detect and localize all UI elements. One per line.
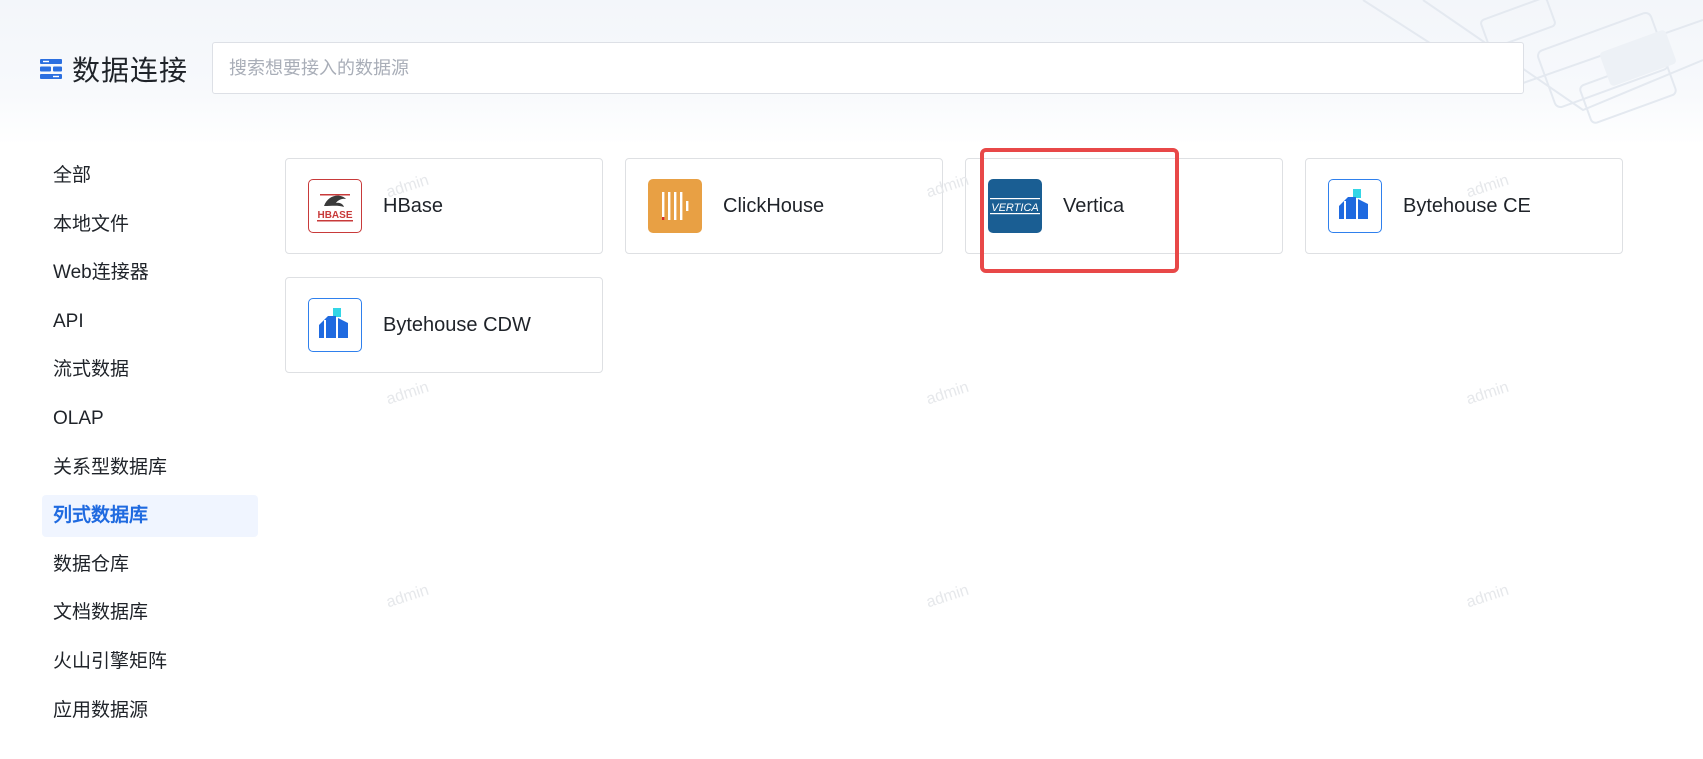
svg-text:HBASE: HBASE — [317, 210, 352, 221]
data-connection-logo-icon — [40, 59, 62, 79]
search-input[interactable] — [212, 42, 1524, 94]
source-card-label: Bytehouse CDW — [383, 313, 531, 336]
source-card-clickhouse[interactable]: ClickHouse — [625, 158, 943, 254]
sidebar-item-columnar-db[interactable]: 列式数据库 — [42, 495, 258, 538]
sidebar-item-app-data-source[interactable]: 应用数据源 — [42, 690, 258, 732]
watermark: admin — [924, 581, 971, 612]
bytehouse-logo-icon — [1328, 179, 1382, 233]
source-card-vertica[interactable]: VERTICA Vertica — [965, 158, 1283, 254]
source-card-label: HBase — [383, 194, 444, 217]
category-sidebar: 全部 本地文件 Web连接器 API 流式数据 OLAP 关系型数据库 列式数据… — [42, 155, 258, 738]
sidebar-item-local-file[interactable]: 本地文件 — [42, 204, 258, 246]
source-card-bytehouse-cdw[interactable]: Bytehouse CDW — [285, 277, 603, 373]
watermark: admin — [924, 378, 971, 409]
watermark: admin — [1464, 581, 1511, 612]
sidebar-item-relational-db[interactable]: 关系型数据库 — [42, 447, 258, 489]
sidebar-item-document-db[interactable]: 文档数据库 — [42, 592, 258, 634]
bytehouse-logo-icon — [308, 298, 362, 352]
source-card-label: Bytehouse CE — [1403, 194, 1531, 217]
sidebar-item-all[interactable]: 全部 — [42, 155, 258, 197]
watermark: admin — [384, 581, 431, 612]
clickhouse-logo-icon — [648, 179, 702, 233]
sidebar-item-streaming-data[interactable]: 流式数据 — [42, 349, 258, 391]
source-card-label: ClickHouse — [723, 194, 825, 217]
hbase-logo-icon: HBASE — [308, 179, 362, 233]
watermark: admin — [1464, 378, 1511, 409]
sidebar-item-web-connector[interactable]: Web连接器 — [42, 252, 258, 294]
sidebar-item-olap[interactable]: OLAP — [42, 398, 258, 440]
vertica-logo-icon: VERTICA — [988, 179, 1042, 233]
sidebar-item-volcengine-matrix[interactable]: 火山引擎矩阵 — [42, 641, 258, 683]
source-card-label: Vertica — [1063, 194, 1125, 217]
source-card-hbase[interactable]: HBASE HBase — [285, 158, 603, 254]
sidebar-item-api[interactable]: API — [42, 301, 258, 343]
sidebar-item-data-warehouse[interactable]: 数据仓库 — [42, 544, 258, 586]
source-card-bytehouse-ce[interactable]: Bytehouse CE — [1305, 158, 1623, 254]
watermark: admin — [384, 378, 431, 409]
page-header: 数据连接 — [40, 42, 188, 96]
page-title: 数据连接 — [72, 55, 189, 86]
svg-text:VERTICA: VERTICA — [991, 202, 1038, 214]
